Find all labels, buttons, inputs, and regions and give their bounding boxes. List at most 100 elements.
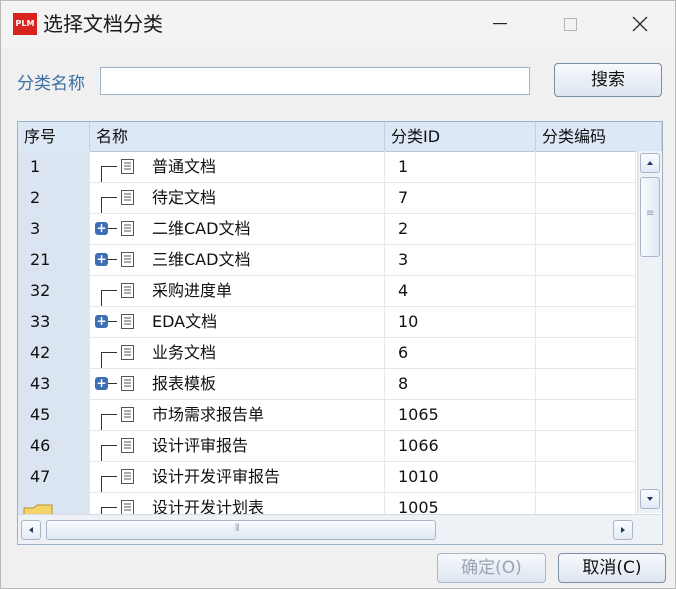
row-name-cell: 业务文档 [90,337,385,368]
table-row[interactable]: 2 待定文档 7 [18,182,636,214]
table-row[interactable]: 1 普通文档 1 [18,151,636,183]
scroll-down-button[interactable] [640,489,660,509]
row-seq-cell: 21 [18,244,90,275]
row-id-cell: 6 [385,337,536,368]
row-name-cell: 待定文档 [90,182,385,213]
document-icon [121,159,134,174]
tree-connector [108,383,117,384]
row-seq-cell: 47 [18,461,90,492]
row-name-cell: 普通文档 [90,151,385,182]
expand-plus-icon[interactable]: + [95,377,108,390]
title-bar: PLM 选择文档分类 [1,1,675,47]
expand-plus-icon[interactable]: + [95,253,108,266]
tree-connector [108,228,117,229]
row-code-cell [536,461,636,492]
scroll-left-button[interactable] [21,520,41,540]
column-header-code[interactable]: 分类编码 [536,122,662,151]
arrow-down-icon [647,497,653,501]
category-name-text: 市场需求报告单 [152,405,265,424]
scroll-right-button[interactable] [613,520,633,540]
table-row[interactable]: 47 设计开发评审报告 1010 [18,461,636,493]
tree-connector [108,259,117,260]
maximize-button[interactable] [535,1,605,47]
column-header-seq[interactable]: 序号 [18,122,90,151]
row-seq-cell: 45 [18,399,90,430]
tree-connector [101,166,117,167]
row-code-cell [536,399,636,430]
row-seq-cell: 1 [18,151,90,182]
table-row[interactable]: 46 设计评审报告 1066 [18,430,636,462]
table-row[interactable]: 43 + 报表模板 8 [18,368,636,400]
category-name-text: 报表模板 [152,374,217,393]
horizontal-scrollbar[interactable]: ⦀ [18,514,661,544]
table-row[interactable]: 33 + EDA文档 10 [18,306,636,338]
row-id-cell: 1066 [385,430,536,461]
tree-connector [101,507,117,508]
category-name-input[interactable] [100,67,530,95]
document-icon [121,221,134,236]
scroll-corner [637,515,661,544]
arrow-up-icon [647,161,653,165]
row-code-cell [536,430,636,461]
document-icon [121,314,134,329]
column-header-id[interactable]: 分类ID [385,122,536,151]
row-seq-cell: 3 [18,213,90,244]
table-row[interactable]: 3 + 二维CAD文档 2 [18,213,636,245]
document-icon [121,469,134,484]
table-row[interactable]: 45 市场需求报告单 1065 [18,399,636,431]
close-button[interactable] [605,1,675,47]
ok-button[interactable]: 确定(O) [437,553,546,583]
arrow-right-icon [621,527,625,533]
vertical-scrollbar[interactable]: ≡ [637,151,662,513]
cancel-button[interactable]: 取消(C) [558,553,666,583]
horizontal-scroll-thumb[interactable]: ⦀ [46,520,436,540]
document-icon [121,500,134,515]
row-id-cell: 1065 [385,399,536,430]
tree-connector [101,197,102,213]
tree-connector [101,290,117,291]
document-icon [121,376,134,391]
table-header: 序号 名称 分类ID 分类编码 [18,122,662,152]
scroll-up-button[interactable] [640,153,660,173]
row-code-cell [536,275,636,306]
row-id-cell: 4 [385,275,536,306]
tree-connector [101,476,102,492]
row-id-cell: 7 [385,182,536,213]
row-seq-cell: 2 [18,182,90,213]
expand-plus-icon[interactable]: + [95,315,108,328]
row-seq-cell: 43 [18,368,90,399]
document-icon [121,252,134,267]
maximize-icon [563,17,577,31]
tree-connector [101,445,117,446]
row-code-cell [536,151,636,182]
grip-icon: ≡ [646,208,655,219]
expand-plus-icon[interactable]: + [95,222,108,235]
dialog-window: PLM 选择文档分类 分类名称 搜索 序号 名称 分类ID 分类编码 1 普通文档… [0,0,676,589]
category-table: 序号 名称 分类ID 分类编码 1 普通文档 1 2 待定文档 7 3 + 二维CAD文档 2 21… [17,121,663,545]
tree-connector [101,197,117,198]
row-name-cell: + 三维CAD文档 [90,244,385,275]
row-id-cell: 1 [385,151,536,182]
row-seq-cell: 32 [18,275,90,306]
row-code-cell [536,337,636,368]
document-icon [121,190,134,205]
table-row[interactable]: 32 采购进度单 4 [18,275,636,307]
row-id-cell: 8 [385,368,536,399]
category-name-text: 待定文档 [152,188,217,207]
table-row[interactable]: 21 + 三维CAD文档 3 [18,244,636,276]
row-code-cell [536,368,636,399]
minimize-button[interactable] [465,1,535,47]
row-name-cell: 市场需求报告单 [90,399,385,430]
search-button[interactable]: 搜索 [554,63,662,97]
row-seq-cell: 46 [18,430,90,461]
vertical-scroll-thumb[interactable]: ≡ [640,177,660,257]
row-name-cell: + 报表模板 [90,368,385,399]
column-header-name[interactable]: 名称 [90,122,385,151]
category-name-text: 普通文档 [152,157,217,176]
row-code-cell [536,244,636,275]
minimize-icon [493,23,507,25]
document-icon [121,283,134,298]
table-row[interactable]: 42 业务文档 6 [18,337,636,369]
category-name-text: 三维CAD文档 [152,250,251,269]
tree-connector [101,352,102,368]
